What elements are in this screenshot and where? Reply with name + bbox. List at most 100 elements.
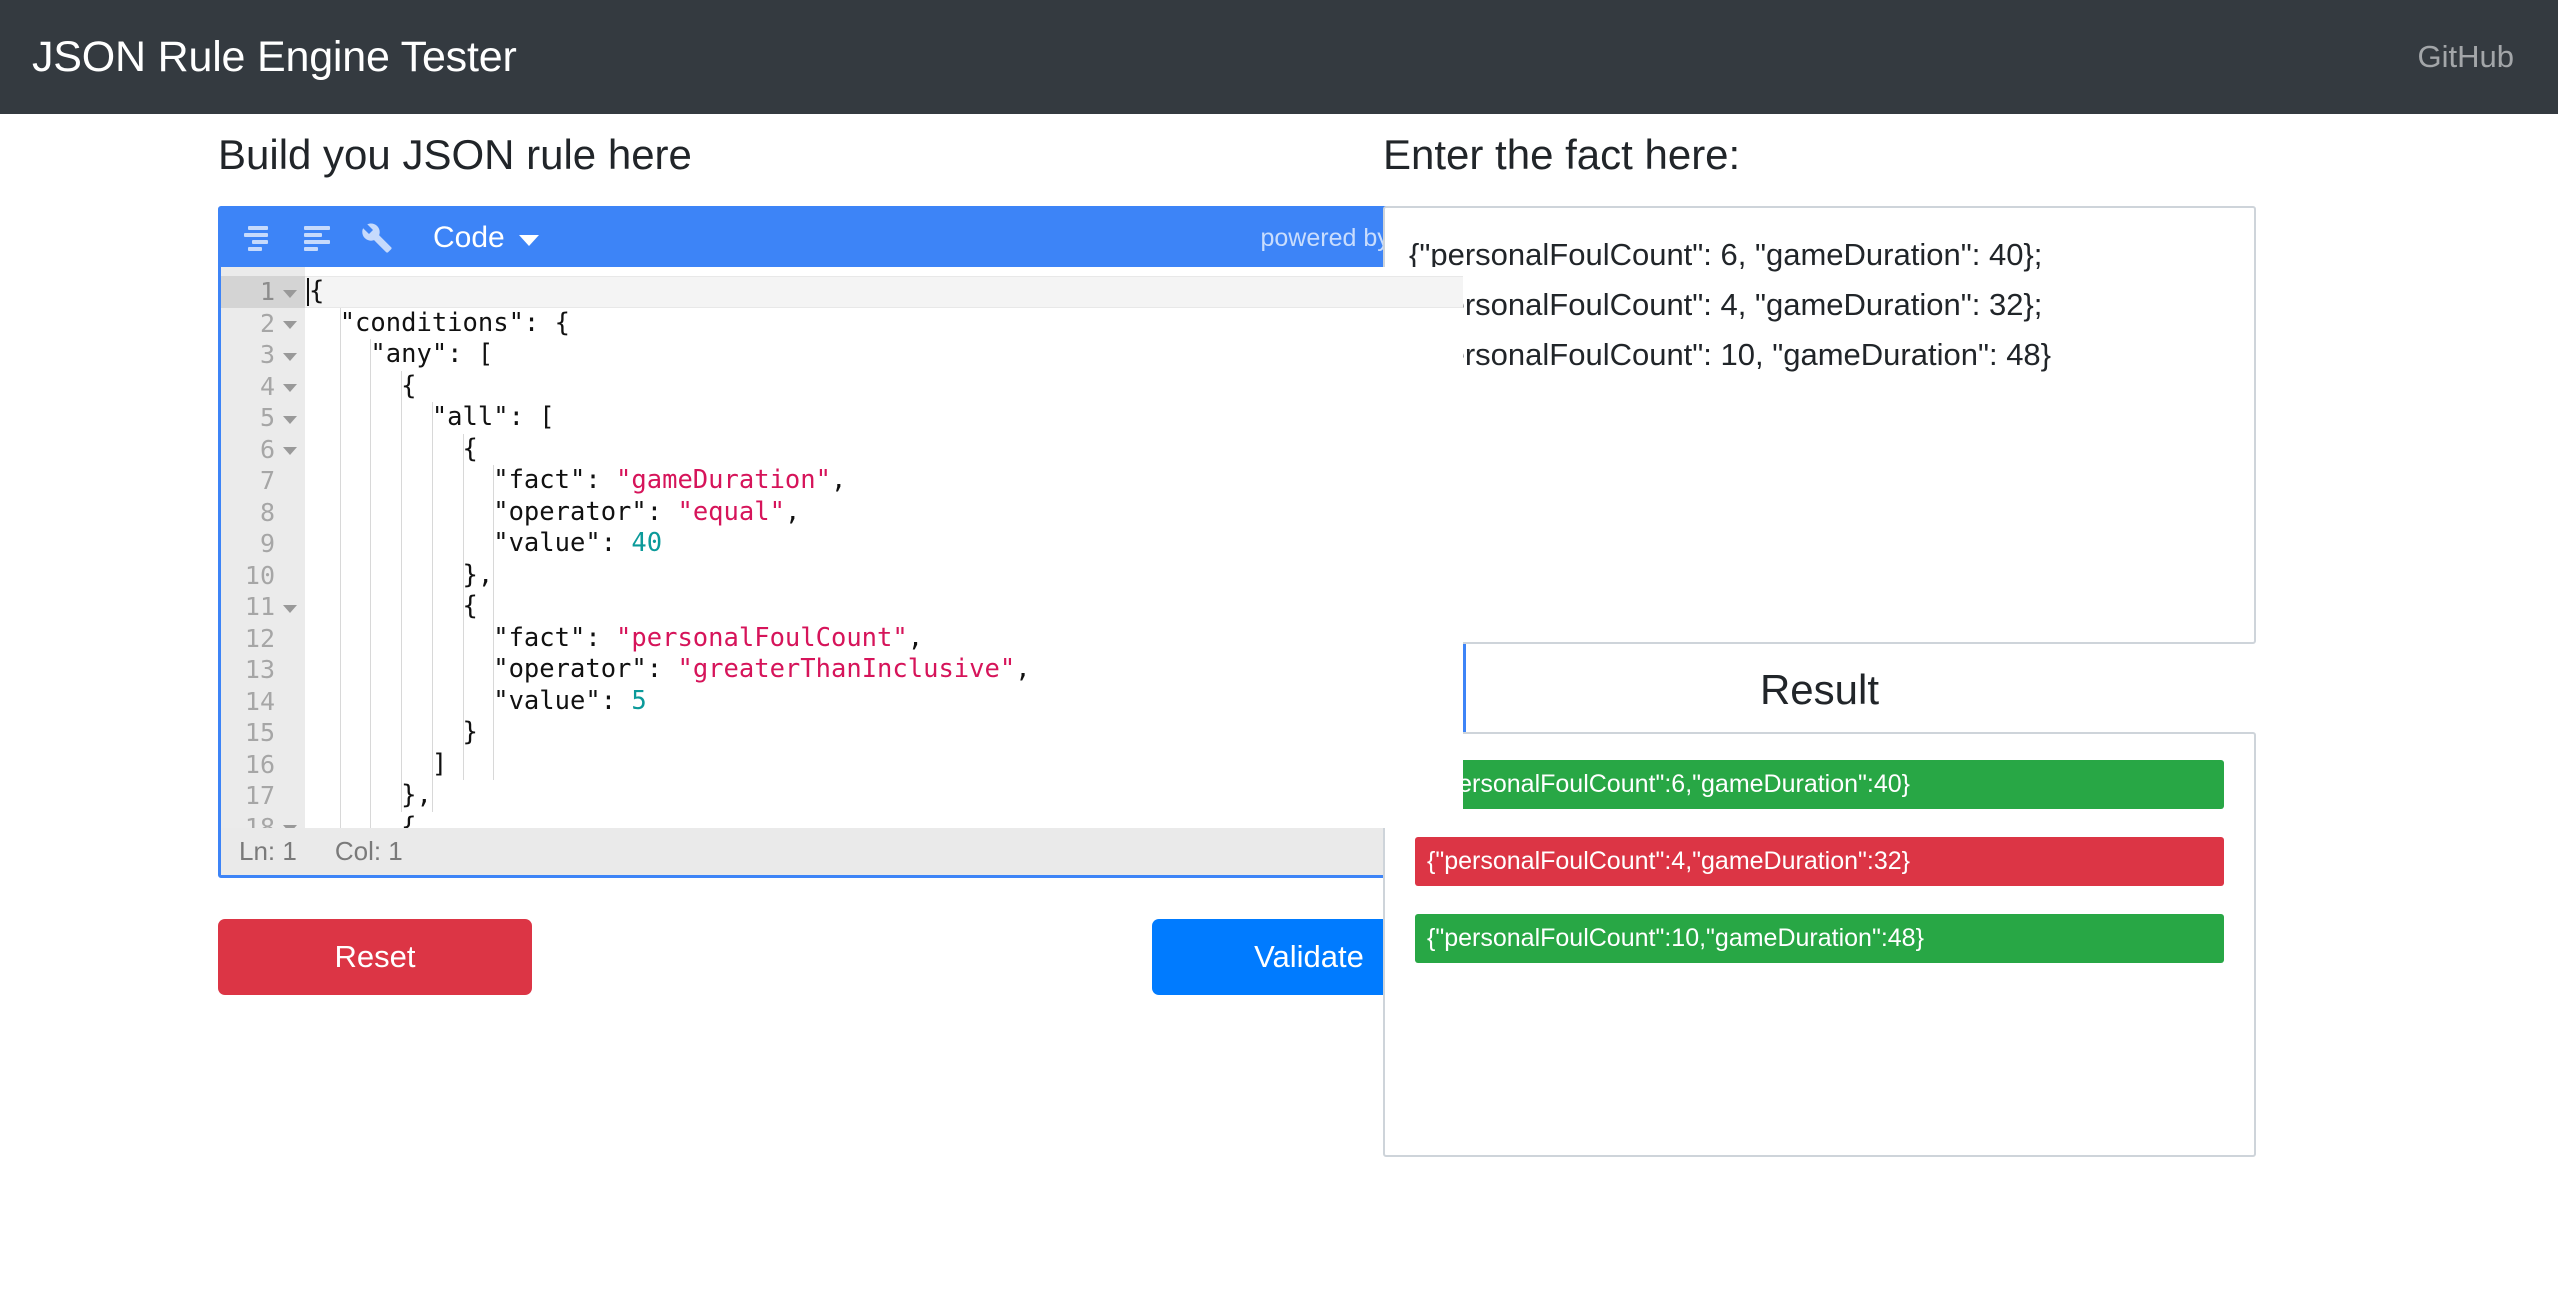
gutter-line-14[interactable]: 14 [221, 686, 305, 718]
gutter-line-10[interactable]: 10 [221, 560, 305, 592]
json-editor[interactable]: Code powered by ace 1 2 3 4 5 6 7 8 9 10 11 12 13 14 1… [218, 206, 1466, 879]
code-token: "conditions": { [309, 307, 570, 338]
line-number: 10 [244, 560, 275, 590]
code-token: { [309, 370, 417, 401]
reset-button[interactable]: Reset [218, 919, 532, 996]
gutter-line-11[interactable]: 11 [221, 591, 305, 623]
gutter-line-4[interactable]: 4 [221, 371, 305, 403]
code-line: "fact": "personalFoulCount", [305, 623, 1463, 655]
code-line: "value": 40 [305, 528, 1463, 560]
fold-toggle-icon[interactable] [283, 415, 297, 424]
line-number: 6 [259, 434, 275, 464]
code-token: "greaterThanInclusive" [677, 654, 1016, 685]
line-number: 2 [259, 308, 275, 338]
code-token: "all": [ [309, 402, 555, 433]
code-token: "any": [ [309, 339, 494, 370]
line-number: 17 [244, 781, 275, 811]
editor-code-area[interactable]: { "conditions": { "any": [ { "all": [ { … [305, 267, 1463, 829]
line-number: 1 [259, 277, 275, 307]
gutter-line-17[interactable]: 17 [221, 780, 305, 812]
gutter-line-2[interactable]: 2 [221, 308, 305, 340]
gutter-line-9[interactable]: 9 [221, 528, 305, 560]
editor-gutter[interactable]: 12345678910111213141516171819 [221, 267, 305, 829]
chevron-down-icon [518, 234, 539, 246]
result-panel: {"personalFoulCount":6,"gameDuration":40… [1383, 732, 2256, 1158]
line-number: 8 [259, 497, 275, 527]
editor-body[interactable]: 12345678910111213141516171819 { "conditi… [221, 267, 1463, 829]
code-line: }, [305, 560, 1463, 592]
code-line: { [305, 371, 1463, 403]
result-heading: Result [1759, 666, 1880, 714]
code-line: "any": [ [305, 339, 1463, 371]
line-number: 15 [244, 718, 275, 748]
action-button-row: Reset Validate [218, 919, 1466, 996]
result-badge-text: {"personalFoulCount":6,"gameDuration":40… [1427, 770, 1911, 799]
code-token: "fact": [309, 465, 617, 496]
github-link[interactable]: GitHub [2418, 39, 2514, 75]
editor-mode-dropdown[interactable]: Code [433, 221, 539, 255]
code-line: { [305, 591, 1463, 623]
rule-builder-column: Build you JSON rule here Code powered by… [0, 130, 1466, 996]
fact-input[interactable] [1383, 206, 2256, 645]
fold-toggle-icon[interactable] [283, 604, 297, 613]
result-badge-text: {"personalFoulCount":10,"gameDuration":4… [1427, 924, 1924, 953]
format-indent-icon[interactable] [235, 216, 287, 260]
code-token: { [309, 433, 478, 464]
fold-toggle-icon[interactable] [283, 447, 297, 456]
fold-toggle-icon[interactable] [283, 352, 297, 361]
code-line: "fact": "gameDuration", [305, 465, 1463, 497]
code-token: "fact": [309, 622, 617, 653]
gutter-line-5[interactable]: 5 [221, 402, 305, 434]
gutter-line-1[interactable]: 1 [221, 276, 305, 308]
code-token: 5 [631, 685, 647, 716]
code-token: "gameDuration" [616, 465, 831, 496]
code-line: { [305, 276, 1463, 308]
line-number: 9 [259, 529, 275, 559]
code-token: "value": [309, 685, 632, 716]
main-row: Build you JSON rule here Code powered by… [0, 114, 2558, 1158]
code-line: ] [305, 749, 1463, 781]
code-line: }, [305, 780, 1463, 812]
result-badge: {"personalFoulCount":4,"gameDuration":32… [1415, 837, 2224, 887]
code-token: "operator": [309, 654, 678, 685]
code-line: } [305, 717, 1463, 749]
code-token: }, [309, 780, 432, 811]
gutter-line-18[interactable]: 18 [221, 812, 305, 829]
code-token: { [309, 811, 417, 829]
code-token: "personalFoulCount" [616, 622, 908, 653]
result-badge: {"personalFoulCount":6,"gameDuration":40… [1415, 760, 2224, 810]
fold-toggle-icon[interactable] [283, 825, 297, 829]
line-number: 12 [244, 623, 275, 653]
top-navbar: JSON Rule Engine Tester GitHub [0, 0, 2558, 114]
align-left-icon[interactable] [293, 216, 345, 260]
code-line: "conditions": { [305, 308, 1463, 340]
gutter-line-15[interactable]: 15 [221, 717, 305, 749]
code-line: { [305, 812, 1463, 829]
line-number: 13 [244, 655, 275, 685]
fact-heading: Enter the fact here: [1383, 131, 1741, 178]
gutter-line-3[interactable]: 3 [221, 339, 305, 371]
gutter-line-8[interactable]: 8 [221, 497, 305, 529]
code-token: "equal" [677, 496, 785, 527]
fold-toggle-icon[interactable] [283, 321, 297, 330]
app-title: JSON Rule Engine Tester [32, 32, 517, 81]
code-token: "operator": [309, 496, 678, 527]
fold-toggle-icon[interactable] [283, 289, 297, 298]
code-token: , [1015, 654, 1031, 685]
fold-toggle-icon[interactable] [283, 384, 297, 393]
code-token: , [784, 496, 801, 527]
code-line: "value": 5 [305, 686, 1463, 718]
code-token: }, [309, 559, 494, 590]
gutter-line-16[interactable]: 16 [221, 749, 305, 781]
gutter-line-13[interactable]: 13 [221, 654, 305, 686]
rule-builder-heading: Build you JSON rule here [218, 131, 692, 178]
gutter-line-7[interactable]: 7 [221, 465, 305, 497]
wrench-icon[interactable] [351, 216, 403, 260]
code-token: , [830, 465, 847, 496]
gutter-line-6[interactable]: 6 [221, 434, 305, 466]
code-token: 40 [631, 528, 663, 559]
line-number: 14 [244, 686, 275, 716]
gutter-line-12[interactable]: 12 [221, 623, 305, 655]
code-line: { [305, 434, 1463, 466]
line-number: 5 [259, 403, 275, 433]
